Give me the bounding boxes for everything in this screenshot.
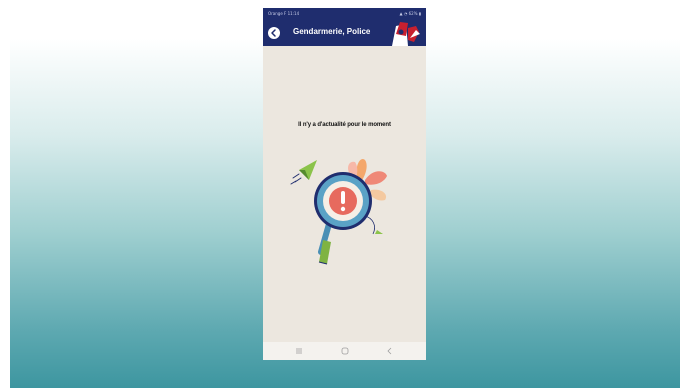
status-bar: Orange F 11:14 ▲ ◔ 62% ▮: [263, 8, 426, 20]
magnifier-handle: [318, 221, 332, 265]
phone-screen: Orange F 11:14 ▲ ◔ 62% ▮ Gendarmerie, Po…: [263, 8, 426, 360]
home-icon[interactable]: [340, 346, 350, 356]
paper-plane-icon: [290, 160, 317, 185]
back-icon[interactable]: [385, 346, 395, 356]
status-indicators: ▲ ◔ 62% ▮: [399, 11, 421, 16]
status-carrier-time: Orange F 11:14: [268, 11, 300, 16]
back-button[interactable]: [268, 27, 280, 39]
app-bar: Gendarmerie, Police: [263, 20, 426, 46]
magnifier-lens: [314, 172, 372, 230]
no-news-illustration: [290, 158, 387, 265]
system-nav-bar: [263, 342, 426, 360]
recent-apps-icon[interactable]: [294, 346, 304, 356]
gendarmerie-logo: [386, 20, 424, 46]
empty-state-message: Il n'y a d'actualité pour le moment: [298, 122, 391, 128]
page-title: Gendarmerie, Police: [293, 27, 371, 36]
chevron-left-icon: [271, 29, 276, 37]
